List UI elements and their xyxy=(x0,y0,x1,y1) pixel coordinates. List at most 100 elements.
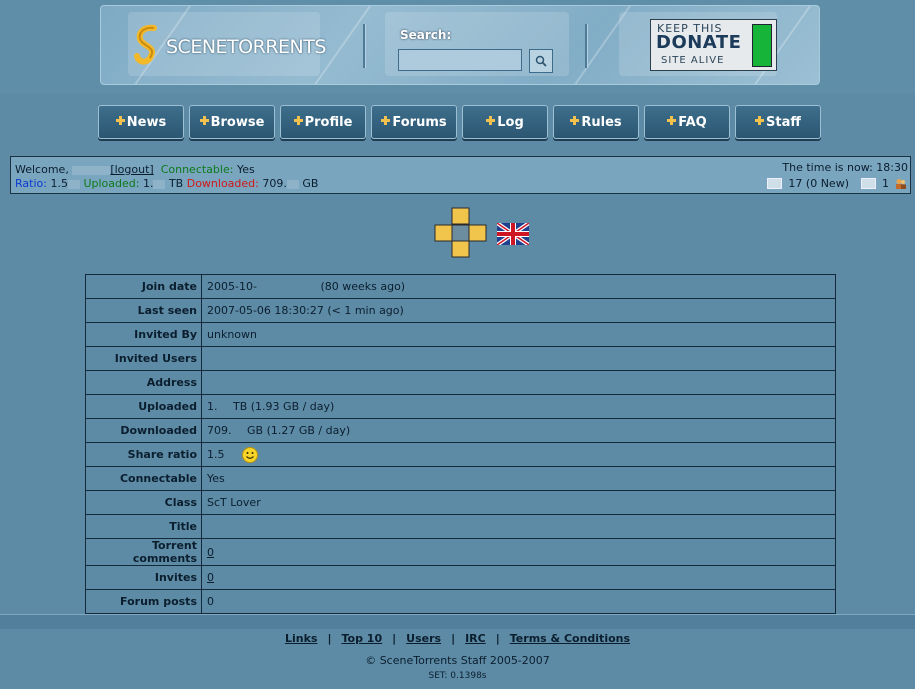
footer-separator: | xyxy=(327,632,332,645)
nav-label: Profile xyxy=(304,114,353,130)
invites-link[interactable]: 0 xyxy=(207,571,214,584)
row-key: Invited Users xyxy=(85,346,202,371)
search-input[interactable] xyxy=(398,49,522,71)
table-row: Title xyxy=(85,514,836,539)
smiley-icon xyxy=(242,446,258,463)
footer-link-links[interactable]: Links xyxy=(285,632,317,645)
row-key: Class xyxy=(85,490,202,515)
row-key: Join date xyxy=(85,274,202,299)
connectable-value: Yes xyxy=(236,163,255,176)
downloaded-rate: GB (1.27 GB / day) xyxy=(247,424,351,437)
row-key: Invited By xyxy=(85,322,202,347)
nav-rules[interactable]: Rules xyxy=(553,105,639,139)
nav-label: Log xyxy=(497,114,524,130)
donate-progress-bar xyxy=(752,24,772,67)
torrent-comments-link[interactable]: 0 xyxy=(207,546,214,559)
uploaded-unit: TB xyxy=(168,177,184,190)
footer-link-users[interactable]: Users xyxy=(406,632,441,645)
welcome-label: Welcome, xyxy=(15,163,69,176)
table-row: Invited Users xyxy=(85,346,836,371)
donate-area: KEEP THIS DONATE SITE ALIVE xyxy=(619,12,777,76)
row-value xyxy=(201,346,836,371)
nav-log[interactable]: Log xyxy=(462,105,548,139)
logo[interactable]: SCENETORRENTS xyxy=(128,12,326,76)
row-value: ScT Lover xyxy=(201,490,836,515)
nav-faq[interactable]: FAQ xyxy=(644,105,730,139)
downloaded-label: Downloaded: xyxy=(186,177,259,190)
row-value: 2005-10- (80 weeks ago) xyxy=(201,274,836,299)
nav-profile[interactable]: Profile xyxy=(280,105,366,139)
row-value: 1.5 xyxy=(201,442,836,467)
logout-link[interactable]: [logout] xyxy=(110,163,153,176)
status-row-ratio: Ratio: 1.5 Uploaded: 1. TB Downloaded: 7… xyxy=(15,177,318,190)
plus-icon xyxy=(199,115,209,125)
header-divider xyxy=(585,24,588,68)
nav-staff[interactable]: Staff xyxy=(735,105,821,139)
donate-button[interactable]: KEEP THIS DONATE SITE ALIVE xyxy=(650,19,777,71)
nav-news[interactable]: News xyxy=(98,105,184,139)
uploaded-label: Uploaded: xyxy=(83,177,140,190)
downloaded-unit: GB xyxy=(302,177,319,190)
plus-icon xyxy=(667,115,677,125)
row-key: Invites xyxy=(85,565,202,590)
table-row: Address xyxy=(85,370,836,395)
uploaded-rate: TB (1.93 GB / day) xyxy=(233,400,335,413)
search-button[interactable] xyxy=(529,49,553,73)
sentbox-count[interactable]: 1 xyxy=(882,177,889,190)
table-row: Join date 2005-10- (80 weeks ago) xyxy=(85,274,836,299)
row-value: 1. TB (1.93 GB / day) xyxy=(201,394,836,419)
row-value: 2007-05-06 18:30:27 (< 1 min ago) xyxy=(201,298,836,323)
profile-table: Join date 2005-10- (80 weeks ago) Last s… xyxy=(85,274,836,614)
inbox-icon[interactable] xyxy=(767,178,783,189)
row-value: 0 xyxy=(201,565,836,590)
current-time: The time is now: 18:30 xyxy=(782,161,908,174)
footer-link-top10[interactable]: Top 10 xyxy=(341,632,382,645)
search-label: Search: xyxy=(400,28,452,42)
footer-separator: | xyxy=(451,632,456,645)
row-key: Forum posts xyxy=(85,589,202,614)
connectable-label: Connectable: xyxy=(160,163,234,176)
join-date-ago: (80 weeks ago) xyxy=(320,280,406,293)
table-row: Forum posts 0 xyxy=(85,589,836,614)
country-cross-icon xyxy=(434,207,487,258)
table-row: Torrent comments 0 xyxy=(85,538,836,566)
redacted xyxy=(257,283,317,292)
uploaded-value: 1. xyxy=(142,177,154,190)
downloaded-amount: 709. xyxy=(207,424,232,437)
sentbox-icon[interactable] xyxy=(861,178,876,189)
redacted xyxy=(286,179,299,189)
row-key: Connectable xyxy=(85,466,202,491)
plus-icon xyxy=(570,115,580,125)
row-key: Share ratio xyxy=(85,442,202,467)
plus-icon xyxy=(293,115,303,125)
row-value xyxy=(201,370,836,395)
row-key: Torrent comments xyxy=(85,538,202,566)
footer-separator: | xyxy=(495,632,500,645)
table-row: Last seen 2007-05-06 18:30:27 (< 1 min a… xyxy=(85,298,836,323)
row-value: 0 xyxy=(201,589,836,614)
nav-browse[interactable]: Browse xyxy=(189,105,275,139)
footer-links: Links | Top 10 | Users | IRC | Terms & Condition… xyxy=(0,632,915,645)
row-key: Uploaded xyxy=(85,394,202,419)
table-row: Uploaded 1. TB (1.93 GB / day) xyxy=(85,394,836,419)
share-ratio-value: 1.5 xyxy=(207,447,225,461)
row-value: 0 xyxy=(201,538,836,566)
nav-label: Rules xyxy=(581,114,622,130)
nav-label: Staff xyxy=(766,114,801,130)
nav-forums[interactable]: Forums xyxy=(371,105,457,139)
site-header: SCENETORRENTS Search: KEEP THIS DONATE S… xyxy=(100,5,820,85)
footer-link-irc[interactable]: IRC xyxy=(465,632,486,645)
redacted-username xyxy=(72,165,111,175)
row-key: Last seen xyxy=(85,298,202,323)
plus-icon xyxy=(755,115,765,125)
row-value: 709. GB (1.27 GB / day) xyxy=(201,418,836,443)
table-row: Class ScT Lover xyxy=(85,490,836,515)
donate-line2: DONATE xyxy=(656,32,742,53)
buddies-icon[interactable] xyxy=(895,178,906,189)
inbox-count[interactable]: 17 (0 New) xyxy=(788,177,849,190)
header-divider xyxy=(363,24,366,68)
downloaded-value: 709. xyxy=(262,177,287,190)
row-value xyxy=(201,514,836,539)
footer-link-terms[interactable]: Terms & Conditions xyxy=(510,632,630,645)
table-row: Connectable Yes xyxy=(85,466,836,491)
